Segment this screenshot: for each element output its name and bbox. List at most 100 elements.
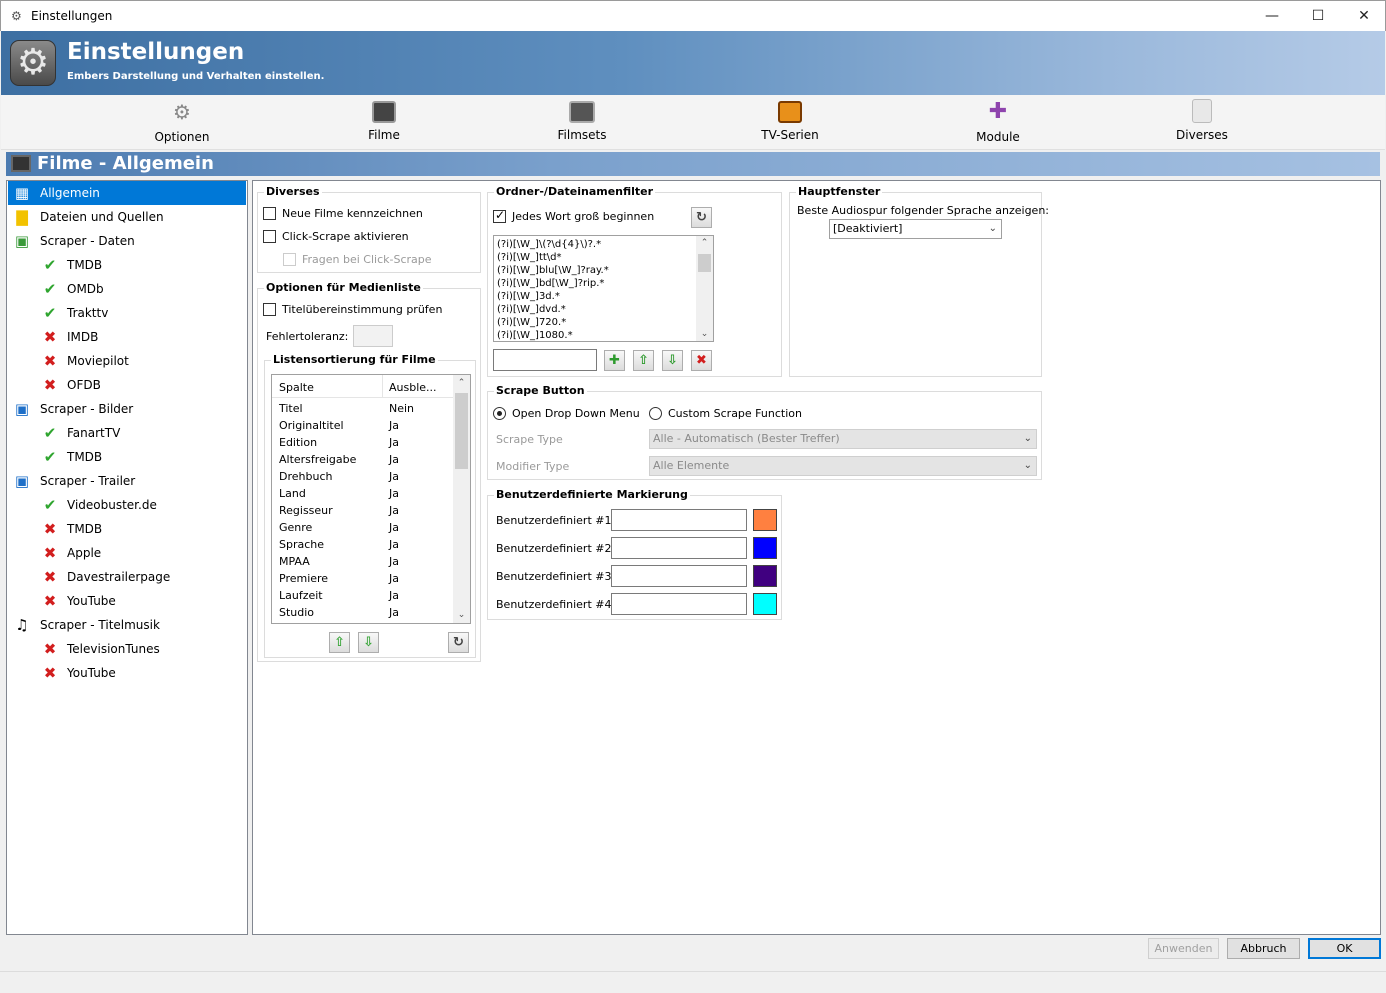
tree-item[interactable]: ▇ Dateien und Quellen xyxy=(8,205,246,229)
custom-function-radio[interactable] xyxy=(649,407,662,420)
tree-item[interactable]: ✔ OMDb xyxy=(8,277,246,301)
capitalize-checkbox[interactable] xyxy=(493,208,506,223)
pattern-list-scrollbar[interactable]: ⌃ ⌄ xyxy=(696,236,713,341)
sort-list-scrollbar[interactable]: ⌃ ⌄ xyxy=(453,375,470,623)
tab-filmsets[interactable]: Filmsets xyxy=(522,99,642,142)
tree-item[interactable]: ✖ Moviepilot xyxy=(8,349,246,373)
tab-diverses[interactable]: Diverses xyxy=(1142,99,1262,142)
ok-button[interactable]: OK xyxy=(1308,938,1381,959)
move-up-button[interactable]: ⇧ xyxy=(329,632,350,653)
table-row[interactable]: Premiere Ja xyxy=(272,570,455,587)
pattern-up-button[interactable]: ⇧ xyxy=(633,350,654,371)
tree-item[interactable]: ♫ Scraper - Titelmusik xyxy=(8,613,246,637)
color-swatch-button[interactable] xyxy=(753,509,777,531)
scrape-type-select[interactable]: Alle - Automatisch (Bester Treffer) ⌄ xyxy=(649,429,1037,449)
list-item[interactable]: (?i)[\W_]1080.* xyxy=(497,329,573,341)
modifier-type-select[interactable]: Alle Elemente ⌄ xyxy=(649,456,1037,476)
table-row[interactable]: Studio Ja xyxy=(272,604,455,621)
tree-item[interactable]: ✖ OFDB xyxy=(8,373,246,397)
table-row[interactable]: Originaltitel Ja xyxy=(272,417,455,434)
filter-pattern-list[interactable]: (?i)[\W_]\(?\d{4}\)?.* (?i)[\W_]tt\d* (?i)… xyxy=(493,235,714,342)
maximize-button[interactable]: ☐ xyxy=(1295,1,1341,31)
title-match-checkbox[interactable] xyxy=(263,303,276,316)
list-item[interactable]: (?i)[\W_]bd[\W_]?rip.* xyxy=(497,277,604,290)
move-down-button[interactable]: ⇩ xyxy=(358,632,379,653)
list-item[interactable]: (?i)[\W_]dvd.* xyxy=(497,303,566,316)
list-item[interactable]: (?i)[\W_]3d.* xyxy=(497,290,560,303)
gear-icon: ⚙ xyxy=(173,100,191,124)
scroll-down-icon[interactable]: ⌄ xyxy=(453,610,470,620)
ask-click-scrape-checkbox[interactable] xyxy=(283,253,296,266)
custom-mark-input[interactable] xyxy=(611,509,747,531)
tab-tv-serien[interactable]: TV-Serien xyxy=(730,99,850,142)
scroll-up-icon[interactable]: ⌃ xyxy=(453,378,470,388)
tab-optionen[interactable]: ⚙ Optionen xyxy=(122,99,242,144)
audio-language-select[interactable]: [Deaktiviert] ⌄ xyxy=(829,219,1002,239)
tree-item[interactable]: ✖ Davestrailerpage xyxy=(8,565,246,589)
table-row[interactable]: MPAA Ja xyxy=(272,553,455,570)
tree-item[interactable]: ✖ TMDB xyxy=(8,517,246,541)
table-row[interactable]: Land Ja xyxy=(272,485,455,502)
color-swatch-button[interactable] xyxy=(753,537,777,559)
color-swatch-button[interactable] xyxy=(753,593,777,615)
custom-mark-input[interactable] xyxy=(611,565,747,587)
tree-item[interactable]: ▣ Scraper - Bilder xyxy=(8,397,246,421)
scroll-thumb[interactable] xyxy=(698,254,711,272)
table-row[interactable]: Titel Nein xyxy=(272,400,455,417)
tree-item[interactable]: ✖ IMDB xyxy=(8,325,246,349)
custom-mark-input[interactable] xyxy=(611,537,747,559)
cancel-button[interactable]: Abbruch xyxy=(1227,938,1300,959)
list-item[interactable]: (?i)[\W_]blu[\W_]?ray.* xyxy=(497,264,609,277)
pattern-down-button[interactable]: ⇩ xyxy=(662,350,683,371)
tree-item[interactable]: ✖ Apple xyxy=(8,541,246,565)
scroll-up-icon[interactable]: ⌃ xyxy=(696,238,713,248)
sort-list[interactable]: Spalte Ausble... Titel Nein Originaltitel J… xyxy=(271,374,471,624)
dropdown-menu-radio[interactable] xyxy=(493,407,506,420)
click-scrape-checkbox[interactable] xyxy=(263,230,276,243)
tree-item[interactable]: ✔ TMDB xyxy=(8,253,246,277)
tree-item[interactable]: ▣ Scraper - Trailer xyxy=(8,469,246,493)
tree-item[interactable]: ✔ FanartTV xyxy=(8,421,246,445)
custom-mark-label: Benutzerdefiniert #2 xyxy=(496,542,612,555)
remove-pattern-button[interactable]: ✖ xyxy=(691,350,712,371)
tree-item[interactable]: ✔ TMDB xyxy=(8,445,246,469)
new-pattern-input[interactable] xyxy=(493,349,597,371)
table-row[interactable]: Regisseur Ja xyxy=(272,502,455,519)
apply-button[interactable]: Anwenden xyxy=(1148,938,1219,959)
scroll-down-icon[interactable]: ⌄ xyxy=(696,329,713,339)
tree-item[interactable]: ▦ Allgemein xyxy=(8,181,246,205)
tab-filme[interactable]: Filme xyxy=(324,99,444,142)
tab-module[interactable]: ✚ Module xyxy=(938,99,1058,144)
table-row[interactable]: Altersfreigabe Ja xyxy=(272,451,455,468)
color-swatch-button[interactable] xyxy=(753,565,777,587)
tree-item[interactable]: ✖ YouTube xyxy=(8,589,246,613)
header-title: Einstellungen xyxy=(67,39,245,65)
tree-item[interactable]: ✖ YouTube xyxy=(8,661,246,685)
new-movies-checkbox[interactable] xyxy=(263,207,276,220)
table-row[interactable]: Laufzeit Ja xyxy=(272,587,455,604)
tree-item[interactable]: ✔ Videobuster.de xyxy=(8,493,246,517)
reset-filter-button[interactable]: ↻ xyxy=(691,207,712,228)
tree-item[interactable]: ▣ Scraper - Daten xyxy=(8,229,246,253)
list-item[interactable]: (?i)[\W_]tt\d* xyxy=(497,251,562,264)
custom-mark-input[interactable] xyxy=(611,593,747,615)
add-pattern-button[interactable]: ✚ xyxy=(604,350,625,371)
reset-sort-button[interactable]: ↻ xyxy=(448,632,469,653)
scroll-thumb[interactable] xyxy=(455,393,468,469)
tolerance-input[interactable] xyxy=(353,325,393,347)
group-scrape-button: Scrape Button Open Drop Down Menu Custom… xyxy=(487,384,1042,480)
column-header[interactable]: Spalte xyxy=(279,381,314,394)
column-header[interactable]: Ausble... xyxy=(389,381,437,394)
tree-item[interactable]: ✖ TelevisionTunes xyxy=(8,637,246,661)
table-row[interactable]: Drehbuch Ja xyxy=(272,468,455,485)
table-row[interactable]: Sprache Ja xyxy=(272,536,455,553)
tolerance-label: Fehlertoleranz: xyxy=(266,330,349,343)
list-item[interactable]: (?i)[\W_]720.* xyxy=(497,316,566,329)
list-item[interactable]: (?i)[\W_]\(?\d{4}\)?.* xyxy=(497,238,601,251)
check-icon: ✔ xyxy=(43,304,57,322)
tree-item[interactable]: ✔ Trakttv xyxy=(8,301,246,325)
table-row[interactable]: Edition Ja xyxy=(272,434,455,451)
minimize-button[interactable]: — xyxy=(1249,1,1295,31)
table-row[interactable]: Genre Ja xyxy=(272,519,455,536)
close-button[interactable]: ✕ xyxy=(1341,1,1386,31)
